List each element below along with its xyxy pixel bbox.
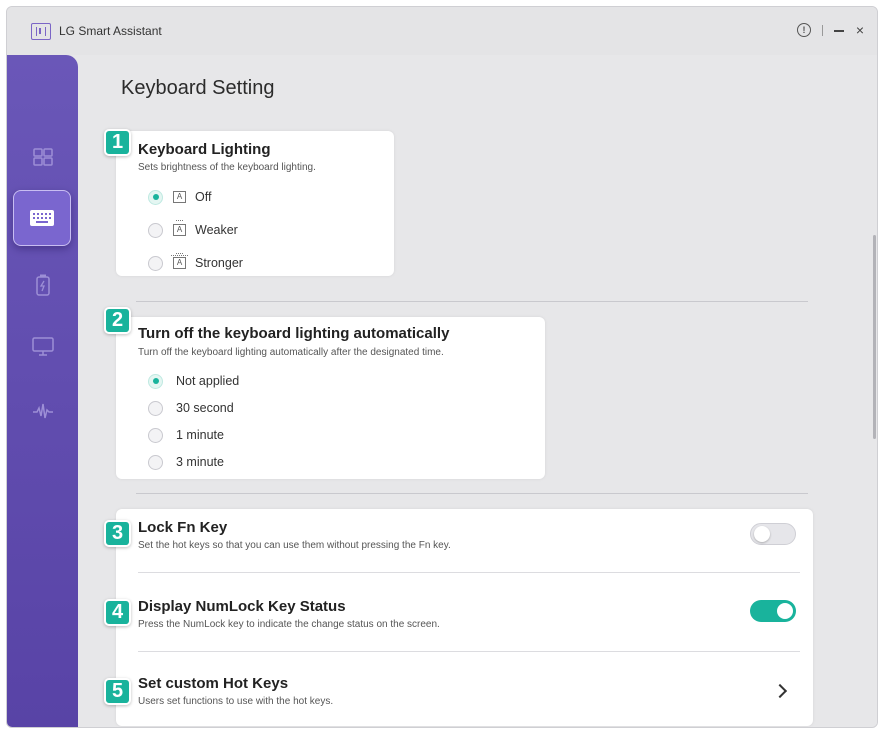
radio-button[interactable]: [148, 255, 163, 271]
radio-button-selected[interactable]: [148, 373, 163, 389]
battery-icon: [36, 274, 50, 296]
sidebar-item-audio[interactable]: [21, 389, 65, 433]
auto-off-card: Turn off the keyboard lighting automatic…: [116, 317, 545, 479]
numlock-title: Display NumLock Key Status: [138, 598, 346, 615]
keyboard-lighting-card: Keyboard Lighting Sets brightness of the…: [116, 131, 394, 276]
auto-off-description: Turn off the keyboard lighting automatic…: [138, 347, 444, 358]
audio-wave-icon: [33, 403, 53, 419]
auto-off-option-label: 3 minute: [176, 455, 224, 469]
toggle-knob: [754, 526, 770, 542]
sidebar-item-keyboard[interactable]: [13, 190, 71, 246]
step-badge-3: 3: [104, 520, 131, 547]
section-divider: [136, 301, 808, 302]
keys-settings-card: Lock Fn Key Set the hot keys so that you…: [116, 509, 813, 726]
radio-button-selected[interactable]: [148, 189, 163, 205]
radio-button[interactable]: [148, 400, 163, 416]
step-badge-5: 5: [104, 678, 131, 705]
lighting-option-off[interactable]: A Off: [148, 187, 211, 207]
dashboard-grid-icon: [33, 148, 53, 166]
vertical-scrollbar[interactable]: [873, 235, 876, 439]
numlock-description: Press the NumLock key to indicate the ch…: [138, 619, 440, 630]
lock-fn-title: Lock Fn Key: [138, 519, 228, 536]
auto-off-option-not-applied[interactable]: Not applied: [148, 371, 239, 391]
sidebar-item-battery[interactable]: [21, 263, 65, 307]
lighting-option-stronger[interactable]: A Stronger: [148, 253, 243, 273]
keyboard-key-off-icon: A: [173, 191, 186, 203]
lock-fn-description: Set the hot keys so that you can use the…: [138, 540, 451, 551]
numlock-toggle[interactable]: [750, 600, 796, 622]
info-circle-icon[interactable]: !: [797, 23, 811, 37]
radio-button[interactable]: [148, 427, 163, 443]
minimize-icon[interactable]: [834, 30, 844, 32]
row-divider: [138, 651, 800, 652]
close-icon[interactable]: ×: [856, 20, 864, 40]
lock-fn-toggle[interactable]: [750, 523, 796, 545]
lighting-option-label: Weaker: [195, 223, 238, 237]
radio-button[interactable]: [148, 222, 163, 238]
toggle-knob: [777, 603, 793, 619]
monitor-icon: [32, 337, 54, 356]
app-window: LG Smart Assistant ! × Keyboard Setting …: [6, 6, 878, 728]
lighting-option-label: Off: [195, 190, 212, 204]
row-divider: [138, 572, 800, 573]
auto-off-option-3-minute[interactable]: 3 minute: [148, 452, 224, 472]
auto-off-option-label: Not applied: [176, 374, 240, 388]
page-title: Keyboard Setting: [121, 77, 275, 99]
settings-content: 1 Keyboard Lighting Sets brightness of t…: [78, 115, 877, 727]
sidebar-item-display[interactable]: [21, 325, 65, 369]
keyboard-lighting-title: Keyboard Lighting: [138, 141, 271, 158]
auto-off-option-label: 30 second: [176, 401, 234, 415]
keyboard-key-weak-light-icon: A: [173, 220, 186, 236]
auto-off-option-30-second[interactable]: 30 second: [148, 398, 234, 418]
auto-off-option-1-minute[interactable]: 1 minute: [148, 425, 224, 445]
lighting-option-label: Stronger: [195, 256, 243, 270]
section-divider: [136, 493, 808, 494]
step-badge-4: 4: [104, 599, 131, 626]
keyboard-icon: [30, 210, 54, 226]
app-logo-icon: [31, 23, 51, 40]
radio-button[interactable]: [148, 454, 163, 470]
sidebar-item-dashboard[interactable]: [21, 135, 65, 179]
lighting-option-weaker[interactable]: A Weaker: [148, 220, 238, 240]
hot-keys-description: Users set functions to use with the hot …: [138, 696, 334, 707]
step-badge-2: 2: [104, 307, 131, 334]
hot-keys-title[interactable]: Set custom Hot Keys: [138, 675, 288, 692]
title-bar: LG Smart Assistant ! ×: [7, 7, 877, 55]
app-title: LG Smart Assistant: [59, 24, 162, 38]
keyboard-lighting-description: Sets brightness of the keyboard lighting…: [138, 162, 316, 173]
keyboard-key-strong-light-icon: A: [171, 253, 188, 269]
step-badge-1: 1: [104, 129, 131, 156]
auto-off-title: Turn off the keyboard lighting automatic…: [138, 325, 450, 342]
title-separator: [822, 25, 823, 36]
sidebar: [7, 55, 78, 727]
auto-off-option-label: 1 minute: [176, 428, 224, 442]
chevron-right-icon[interactable]: [772, 683, 788, 699]
